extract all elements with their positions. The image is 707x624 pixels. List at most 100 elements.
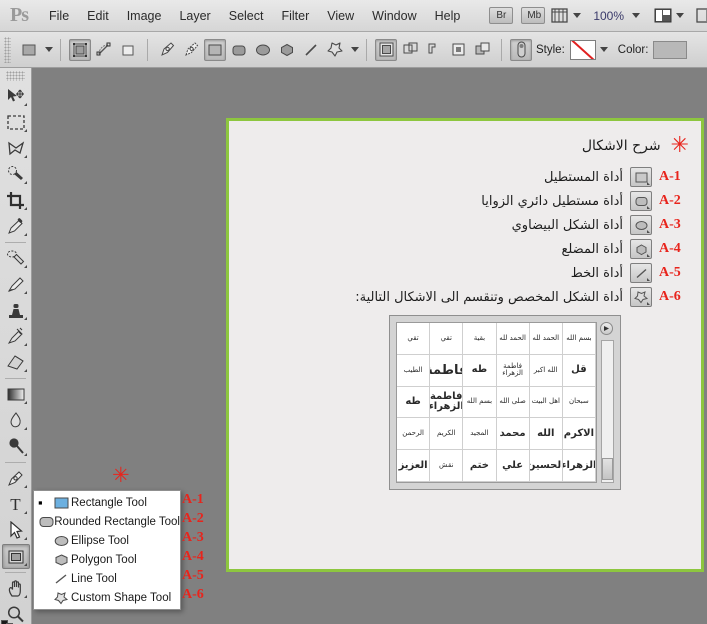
shape-swatch[interactable]: الاكرم [562, 418, 596, 451]
hand-tool-button[interactable] [2, 576, 30, 601]
picker-menu-icon[interactable] [600, 322, 613, 335]
menu-filter[interactable]: Filter [272, 5, 318, 27]
clone-stamp-tool-button[interactable] [2, 298, 30, 323]
tool-preset-caret-icon[interactable] [45, 47, 53, 52]
shape-swatch[interactable]: طه [397, 386, 431, 419]
freeform-pen-tool-button[interactable] [180, 39, 202, 61]
mini-bridge-button[interactable]: Mb [521, 7, 546, 24]
pen-tool-button[interactable] [156, 39, 178, 61]
workspace-button[interactable] [696, 8, 707, 23]
quick-selection-tool-button[interactable] [2, 162, 30, 187]
menu-view[interactable]: View [318, 5, 363, 27]
paths-button[interactable] [93, 39, 115, 61]
shape-swatch[interactable]: بسم الله [562, 323, 596, 355]
screen-mode-button[interactable] [654, 8, 685, 23]
subtract-from-shape-button[interactable] [423, 39, 445, 61]
rectangle-shape-tool-button[interactable] [1, 544, 30, 569]
lasso-tool-button[interactable] [2, 136, 30, 161]
style-swatch[interactable] [569, 39, 596, 60]
shape-swatch[interactable]: الحمد لله [529, 323, 563, 355]
flyout-item-rectangle-tool[interactable]: ▪ Rectangle Tool [34, 493, 180, 512]
flyout-item-line-tool[interactable]: Line Tool [34, 569, 180, 588]
tool-preset-button[interactable] [18, 39, 40, 61]
flyout-item-rounded-rectangle-tool[interactable]: Rounded Rectangle Tool [34, 512, 180, 531]
shape-swatch[interactable]: صلى الله [496, 386, 530, 419]
rectangle-tool-button[interactable] [204, 38, 226, 61]
add-to-shape-button[interactable] [399, 39, 421, 61]
history-brush-tool-button[interactable] [2, 324, 30, 349]
shape-swatch[interactable]: الله [529, 418, 563, 451]
intersect-shape-button[interactable] [447, 39, 469, 61]
gradient-tool-button[interactable] [2, 382, 30, 407]
eyedropper-tool-button[interactable] [2, 214, 30, 239]
crop-tool-button[interactable] [2, 188, 30, 213]
color-swatch[interactable] [653, 40, 688, 59]
shape-swatch[interactable]: فاطمة [430, 354, 464, 387]
options-bar-grip[interactable] [4, 36, 11, 63]
polygon-tool-button[interactable] [276, 39, 298, 61]
custom-shape-caret-icon[interactable] [351, 47, 359, 52]
flyout-item-ellipse-tool[interactable]: Ellipse Tool [34, 531, 180, 550]
default-colors-icon[interactable] [0, 620, 17, 624]
shape-swatch[interactable]: قل [562, 354, 596, 387]
shape-swatch[interactable]: تقي [430, 323, 464, 355]
shape-swatch[interactable]: الله اكبر [529, 354, 563, 387]
healing-brush-tool-button[interactable] [2, 246, 30, 271]
menu-help[interactable]: Help [426, 5, 470, 27]
shape-swatch[interactable]: فاطمة الزهراء [430, 386, 464, 419]
ellipse-tool-button[interactable] [252, 39, 274, 61]
shape-swatch[interactable]: الحسين [529, 450, 563, 482]
flyout-item-polygon-tool[interactable]: Polygon Tool [34, 550, 180, 569]
custom-shape-picker[interactable]: تقي تقي بقية الحمد لله الحمد لله بسم الل… [389, 315, 621, 490]
shape-swatch[interactable]: الحمد لله [496, 323, 530, 355]
bridge-button[interactable]: Br [489, 7, 514, 24]
menu-select[interactable]: Select [220, 5, 273, 27]
line-tool-button[interactable] [300, 39, 322, 61]
shape-tool-flyout-menu[interactable]: ▪ Rectangle Tool Rounded Rectangle Tool … [33, 490, 181, 610]
shape-swatch[interactable]: الزهراء [562, 450, 596, 482]
shape-swatch[interactable]: نقش [430, 450, 464, 482]
shape-swatch[interactable]: الطيب [397, 354, 431, 387]
shape-picker-grid[interactable]: تقي تقي بقية الحمد لله الحمد لله بسم الل… [396, 322, 597, 483]
zoom-caret-icon[interactable] [632, 13, 641, 18]
menu-window[interactable]: Window [363, 5, 425, 27]
path-selection-tool-button[interactable] [2, 518, 30, 543]
shape-swatch[interactable]: تقي [397, 323, 431, 355]
shape-swatch[interactable]: ختم [463, 450, 497, 482]
style-caret-icon[interactable] [599, 47, 608, 52]
toolbox-grip[interactable] [6, 71, 25, 81]
shape-swatch[interactable]: العزيز [397, 450, 431, 482]
brush-tool-button[interactable] [2, 272, 30, 297]
horizontal-type-tool-button[interactable]: T [2, 492, 30, 517]
eraser-tool-button[interactable] [2, 350, 30, 375]
shape-swatch[interactable]: المجيد [463, 418, 497, 451]
shape-swatch[interactable]: بسم الله [463, 386, 497, 419]
menu-layer[interactable]: Layer [170, 5, 219, 27]
shape-swatch[interactable]: بقية [463, 323, 497, 355]
rectangular-marquee-tool-button[interactable] [2, 110, 30, 135]
pen-tool-button[interactable] [2, 466, 30, 491]
move-tool-button[interactable] [2, 84, 30, 109]
shape-swatch[interactable]: طه [463, 354, 497, 387]
layer-style-button[interactable] [510, 38, 532, 61]
picker-scroll-thumb[interactable] [602, 458, 613, 480]
rounded-rectangle-tool-button[interactable] [228, 39, 250, 61]
menu-edit[interactable]: Edit [78, 5, 118, 27]
shape-swatch[interactable]: اهل البيت [529, 386, 563, 419]
fill-pixels-button[interactable] [117, 39, 139, 61]
shape-swatch[interactable]: فاطمة الزهراء [496, 354, 530, 387]
shape-swatch[interactable]: محمد [496, 418, 530, 451]
blur-tool-button[interactable] [2, 408, 30, 433]
view-extras-button[interactable] [551, 7, 582, 24]
shape-swatch[interactable]: الكريم [430, 418, 464, 451]
shape-layers-button[interactable] [69, 38, 91, 61]
menu-image[interactable]: Image [118, 5, 171, 27]
dodge-tool-button[interactable] [2, 434, 30, 459]
picker-scrollbar[interactable] [601, 340, 614, 483]
exclude-shape-button[interactable] [471, 39, 493, 61]
shape-swatch[interactable]: سبحان [562, 386, 596, 419]
flyout-item-custom-shape-tool[interactable]: Custom Shape Tool [34, 588, 180, 607]
new-shape-layer-button[interactable] [375, 38, 397, 61]
custom-shape-tool-button[interactable] [324, 39, 346, 61]
shape-swatch[interactable]: الرحمن [397, 418, 431, 451]
